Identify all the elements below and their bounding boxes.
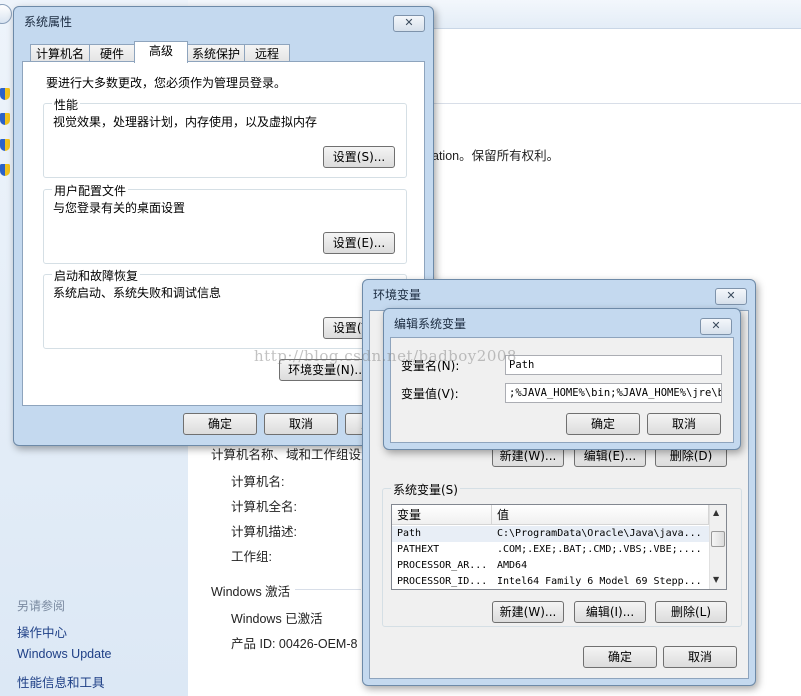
window-title: 环境变量 bbox=[373, 288, 422, 302]
scroll-up-icon[interactable]: ▲ bbox=[713, 508, 719, 517]
admin-note: 要进行大多数更改，您必须作为管理员登录。 bbox=[46, 76, 287, 90]
ok-button[interactable]: 确定 bbox=[566, 413, 640, 435]
row-value: .COM;.EXE;.BAT;.CMD;.VBS;.VBE;.... bbox=[497, 544, 702, 555]
full-computer-name-label: 计算机全名: bbox=[231, 500, 297, 514]
close-icon[interactable]: ✕ bbox=[700, 318, 732, 335]
divider bbox=[295, 589, 361, 590]
scroll-down-icon[interactable]: ▼ bbox=[713, 575, 719, 584]
system-variables-list[interactable]: 变量 值 Path C:\ProgramData\Oracle\Java\jav… bbox=[391, 504, 727, 590]
variable-value-label: 变量值(V): bbox=[401, 387, 459, 401]
vertical-scrollbar[interactable]: ▲ ▼ bbox=[709, 505, 726, 589]
row-name: Path bbox=[397, 528, 422, 539]
close-icon[interactable]: ✕ bbox=[715, 288, 747, 305]
row-value: AMD64 bbox=[497, 560, 528, 571]
ok-button[interactable]: 确定 bbox=[583, 646, 657, 668]
startup-recovery-group: 启动和故障恢复 系统启动、系统失败和调试信息 设置(T)... bbox=[43, 267, 407, 349]
copyright-text: ation。保留所有权利。 bbox=[432, 149, 560, 163]
user-profiles-group: 用户配置文件 与您登录有关的桌面设置 设置(E)... bbox=[43, 182, 407, 264]
variable-value-input[interactable]: ;%JAVA_HOME%\bin;%JAVA_HOME%\jre\bin bbox=[505, 383, 722, 403]
table-row[interactable]: Path C:\ProgramData\Oracle\Java\java... bbox=[392, 526, 709, 542]
row-value: Intel64 Family 6 Model 69 Stepp... bbox=[497, 576, 702, 587]
shield-icon bbox=[0, 88, 10, 100]
ok-button[interactable]: 确定 bbox=[183, 413, 257, 435]
workgroup-label: 工作组: bbox=[231, 550, 272, 564]
variable-name-input[interactable]: Path bbox=[505, 355, 722, 375]
system-variables-title: 系统变量(S) bbox=[391, 481, 460, 498]
table-row[interactable]: PATHEXT .COM;.EXE;.BAT;.CMD;.VBS;.VBE;..… bbox=[392, 542, 709, 558]
computer-description-label: 计算机描述: bbox=[231, 525, 297, 539]
row-value: C:\ProgramData\Oracle\Java\java... bbox=[497, 528, 702, 539]
user-profiles-description: 与您登录有关的桌面设置 bbox=[53, 201, 186, 215]
cancel-button[interactable]: 取消 bbox=[264, 413, 338, 435]
watermark: http://blog.csdn.net/badboy2008 bbox=[254, 347, 517, 365]
product-id: 产品 ID: 00426-OEM-8 bbox=[231, 637, 358, 651]
see-also-heading: 另请参阅 bbox=[17, 599, 66, 613]
row-name: PROCESSOR_ID... bbox=[397, 576, 488, 587]
shield-icon bbox=[0, 113, 10, 125]
system-edit-button[interactable]: 编辑(I)... bbox=[574, 601, 646, 623]
windows-update-link[interactable]: Windows Update bbox=[17, 647, 112, 661]
performance-description: 视觉效果，处理器计划，内存使用，以及虚拟内存 bbox=[53, 115, 318, 129]
activation-section-title: Windows 激活 bbox=[211, 585, 291, 599]
close-icon[interactable]: ✕ bbox=[393, 15, 425, 32]
startup-recovery-title: 启动和故障恢复 bbox=[52, 267, 141, 284]
table-row[interactable]: PROCESSOR_ID... Intel64 Family 6 Model 6… bbox=[392, 574, 709, 589]
shield-icon bbox=[0, 139, 10, 151]
row-name: PATHEXT bbox=[397, 544, 440, 555]
table-row[interactable]: PROCESSOR_AR... AMD64 bbox=[392, 558, 709, 574]
window-title: 系统属性 bbox=[24, 15, 73, 29]
performance-group: 性能 视觉效果，处理器计划，内存使用，以及虚拟内存 设置(S)... bbox=[43, 96, 407, 178]
computer-name-label: 计算机名: bbox=[231, 475, 285, 489]
user-profiles-title: 用户配置文件 bbox=[52, 182, 129, 199]
tab-advanced[interactable]: 高级 bbox=[134, 41, 188, 63]
window-title: 编辑系统变量 bbox=[394, 317, 467, 331]
column-header-variable[interactable]: 变量 bbox=[392, 505, 492, 525]
performance-title: 性能 bbox=[52, 96, 81, 113]
user-profiles-settings-button[interactable]: 设置(E)... bbox=[323, 232, 395, 254]
cancel-button[interactable]: 取消 bbox=[647, 413, 721, 435]
scrollbar-thumb[interactable] bbox=[711, 531, 725, 547]
system-new-button[interactable]: 新建(W)... bbox=[492, 601, 564, 623]
performance-info-link[interactable]: 性能信息和工具 bbox=[17, 672, 105, 691]
cancel-button[interactable]: 取消 bbox=[663, 646, 737, 668]
startup-recovery-description: 系统启动、系统失败和调试信息 bbox=[53, 286, 222, 300]
edit-system-variable-dialog: 编辑系统变量 ✕ 变量名(N): Path 变量值(V): ;%JAVA_HOM… bbox=[383, 308, 741, 450]
shield-icon bbox=[0, 164, 10, 176]
row-name: PROCESSOR_AR... bbox=[397, 560, 488, 571]
divider bbox=[432, 103, 801, 104]
performance-settings-button[interactable]: 设置(S)... bbox=[323, 146, 395, 168]
activation-status: Windows 已激活 bbox=[231, 612, 323, 626]
column-header-value[interactable]: 值 bbox=[492, 505, 709, 525]
system-delete-button[interactable]: 删除(L) bbox=[655, 601, 727, 623]
action-center-link[interactable]: 操作中心 bbox=[17, 622, 67, 641]
computer-section-title: 计算机名称、域和工作组设置 bbox=[211, 448, 374, 462]
